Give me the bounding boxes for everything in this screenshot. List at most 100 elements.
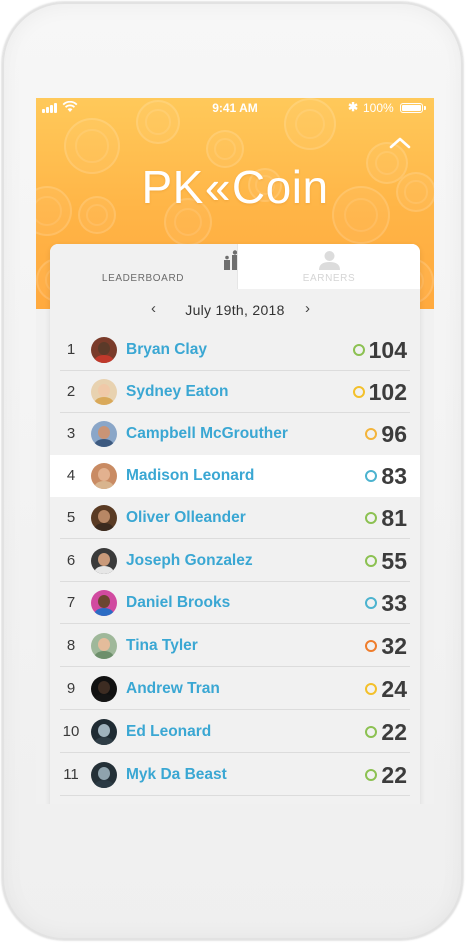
avatar-body (94, 780, 114, 788)
logo-text-coin: Coin (231, 161, 329, 213)
avatar-body (94, 481, 114, 489)
avatar-face (98, 384, 110, 397)
leaderboard-row[interactable]: 9 Andrew Tran 24 (50, 668, 420, 710)
rank-number: 11 (63, 766, 79, 783)
row-divider (60, 538, 410, 539)
leaderboard-row[interactable]: 5 Oliver Olleander 81 (50, 497, 420, 539)
row-content: 11 Myk Da Beast 22 (50, 754, 420, 796)
row-divider (60, 666, 410, 667)
rank-number: 7 (66, 594, 76, 611)
avatar[interactable] (91, 421, 117, 447)
player-name-link[interactable]: Bryan Clay (126, 329, 207, 371)
tab-bar: LEADERBOARD EARNERS (50, 244, 420, 289)
avatar-face (98, 426, 110, 439)
avatar[interactable] (91, 463, 117, 489)
avatar-body (94, 566, 114, 574)
coin-ring-icon (365, 683, 378, 695)
rank-number: 9 (66, 680, 76, 697)
avatar-body (94, 355, 114, 363)
avatar[interactable] (91, 337, 117, 363)
coin-ring-icon (365, 597, 378, 609)
battery-percent: 100% (363, 101, 394, 115)
coin-ring-icon (365, 726, 378, 738)
bluetooth-icon: ✱ (348, 100, 359, 114)
player-name-link[interactable]: Andrew Tran (126, 668, 220, 710)
leaderboard-row[interactable]: 4 Madison Leonard 83 (50, 455, 420, 497)
leaderboard-row[interactable]: 10 Ed Leonard 22 (50, 711, 420, 753)
avatar-body (94, 651, 114, 659)
coin-ring-icon (365, 640, 378, 652)
tab-leaderboard[interactable]: LEADERBOARD (50, 244, 246, 289)
tab-label: EARNERS (302, 273, 356, 284)
avatar-face (98, 468, 110, 481)
player-name-link[interactable]: Myk Da Beast (126, 754, 227, 796)
coin-score: 104 (368, 337, 407, 363)
row-content: 9 Andrew Tran 24 (50, 668, 420, 710)
avatar[interactable] (91, 633, 117, 659)
player-name-link[interactable]: Oliver Olleander (126, 497, 246, 539)
row-content: 3 Campbell McGrouther 96 (50, 413, 420, 455)
avatar-face (98, 553, 110, 566)
coin-score: 96 (381, 421, 407, 447)
coin-ring-icon (352, 344, 365, 356)
leaderboard-row[interactable]: 6 Joseph Gonzalez 55 (50, 540, 420, 582)
coin-score: 22 (381, 719, 407, 745)
status-bar: 9:41 AM ✱ 100% (36, 98, 434, 118)
player-name-link[interactable]: Tina Tyler (126, 625, 198, 667)
date-label: July 19th, 2018 (185, 302, 285, 318)
phone-frame: 9:41 AM ✱ 100% PK«Coin LEADERBOARD EARNE… (2, 2, 463, 940)
coin-ring-icon (365, 428, 378, 440)
avatar[interactable] (91, 762, 117, 788)
tab-earners[interactable]: EARNERS (237, 244, 420, 289)
coin-score: 55 (381, 548, 407, 574)
leaderboard-row[interactable]: 11 Myk Da Beast 22 (50, 754, 420, 796)
row-divider (60, 752, 410, 753)
avatar[interactable] (91, 548, 117, 574)
leaderboard-row[interactable]: 2 Sydney Eaton 102 (50, 371, 420, 413)
player-name-link[interactable]: Joseph Gonzalez (126, 540, 253, 582)
coin-ring-icon (365, 769, 378, 781)
rank-number: 2 (66, 383, 76, 400)
coin-ring-icon (365, 470, 378, 482)
rank-number: 8 (66, 637, 76, 654)
collapse-chevron-up-icon[interactable] (388, 134, 412, 152)
player-name-link[interactable]: Campbell McGrouther (126, 413, 288, 455)
avatar-body (94, 439, 114, 447)
rank-number: 4 (66, 467, 76, 484)
avatar-face (98, 595, 110, 608)
leaderboard-row[interactable]: 3 Campbell McGrouther 96 (50, 413, 420, 455)
leaderboard-panel: LEADERBOARD EARNERS ‹ July 19th, 2018 › … (50, 244, 420, 804)
coin-score: 81 (381, 505, 407, 531)
coin-ring-icon (352, 386, 365, 398)
row-content: 5 Oliver Olleander 81 (50, 497, 420, 539)
row-content: 7 Daniel Brooks 33 (50, 582, 420, 624)
rank-number: 1 (66, 341, 76, 358)
rank-number: 3 (66, 425, 76, 442)
leaderboard-row[interactable]: 8 Tina Tyler 32 (50, 625, 420, 667)
avatar-body (94, 608, 114, 616)
avatar-face (98, 724, 110, 737)
row-content: 2 Sydney Eaton 102 (50, 371, 420, 413)
avatar-face (98, 767, 110, 780)
leaderboard-row[interactable]: 7 Daniel Brooks 33 (50, 582, 420, 624)
player-name-link[interactable]: Ed Leonard (126, 711, 211, 753)
next-date-button[interactable]: › (305, 300, 310, 317)
avatar[interactable] (91, 379, 117, 405)
person-icon (319, 251, 340, 270)
coin-score: 102 (368, 379, 407, 405)
leaderboard-row[interactable]: 1 Bryan Clay 104 (50, 329, 420, 371)
coin-ring-icon (365, 555, 378, 567)
avatar-face (98, 342, 110, 355)
player-name-link[interactable]: Sydney Eaton (126, 371, 229, 413)
avatar[interactable] (91, 719, 117, 745)
rank-number: 10 (62, 723, 80, 740)
avatar[interactable] (91, 590, 117, 616)
player-name-link[interactable]: Madison Leonard (126, 455, 254, 497)
avatar[interactable] (91, 676, 117, 702)
avatar[interactable] (91, 505, 117, 531)
rank-number: 5 (66, 509, 76, 526)
coin-score: 83 (381, 463, 407, 489)
avatar-body (94, 397, 114, 405)
row-content: 4 Madison Leonard 83 (50, 455, 420, 497)
player-name-link[interactable]: Daniel Brooks (126, 582, 230, 624)
